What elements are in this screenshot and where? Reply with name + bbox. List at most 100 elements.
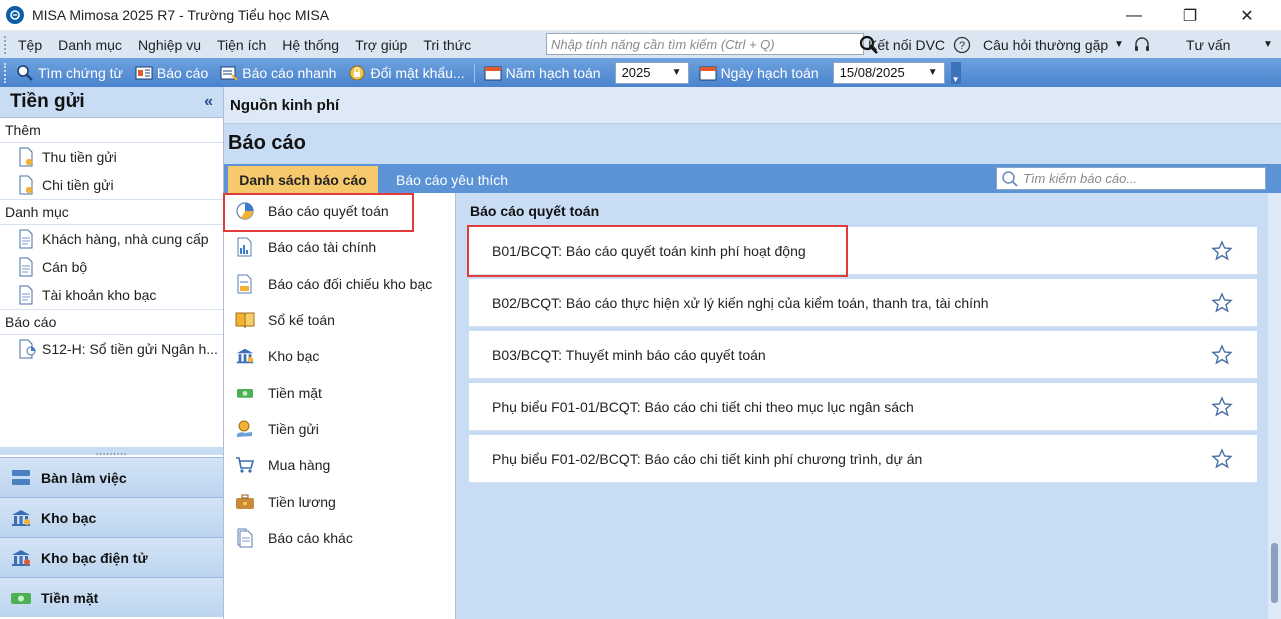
chevron-down-icon: ▼ <box>927 67 938 78</box>
star-icon[interactable] <box>1211 396 1233 418</box>
sidebar-item-label: Thu tiền gửi <box>42 149 117 165</box>
minimize-button[interactable]: — <box>1107 0 1161 31</box>
headset-icon[interactable] <box>1133 31 1151 58</box>
nav-kho-bac-dien-tu[interactable]: Kho bạc điện tử <box>0 537 223 577</box>
toolbar: Tìm chứng từ Báo cáo Báo cáo nhanh Đổi m… <box>0 58 1281 87</box>
tab-report-list[interactable]: Danh sách báo cáo <box>228 166 378 193</box>
faq-caret-icon[interactable]: ▼ <box>1114 31 1124 58</box>
report-label: B02/BCQT: Báo cáo thực hiện xử lý kiến n… <box>492 294 989 311</box>
search-icon <box>997 170 1023 188</box>
tab-favorite-reports[interactable]: Báo cáo yêu thích <box>396 166 508 193</box>
report-row-b01[interactable]: B01/BCQT: Báo cáo quyết toán kinh phí ho… <box>469 227 1257 275</box>
report-row-f01-01[interactable]: Phụ biểu F01-01/BCQT: Báo cáo chi tiết c… <box>469 383 1257 431</box>
consult-menu[interactable]: Tư vấn <box>1186 31 1230 58</box>
collapse-icon[interactable]: « <box>204 93 213 111</box>
group-reports: Báo cáo <box>0 309 223 335</box>
star-icon[interactable] <box>1211 448 1233 470</box>
sidebar-item-chi-tien-gui[interactable]: Chi tiền gửi <box>0 171 223 199</box>
category-kho-bac[interactable]: Kho bạc <box>224 338 455 374</box>
star-icon[interactable] <box>1211 292 1233 314</box>
category-bao-cao-khac[interactable]: Báo cáo khác <box>224 520 455 556</box>
page-title: Báo cáo <box>228 132 306 154</box>
left-panel: Tiền gửi « Thêm Thu tiền gửi Chi tiền gử… <box>0 87 224 619</box>
group-add: Thêm <box>0 118 223 143</box>
report-button[interactable]: Báo cáo <box>129 60 214 86</box>
change-password-label: Đổi mật khẩu... <box>370 64 465 81</box>
menu-utilities[interactable]: Tiện ích <box>209 37 274 53</box>
search-documents-button[interactable]: Tìm chứng từ <box>10 60 129 86</box>
category-bao-cao-tai-chinh[interactable]: Báo cáo tài chính <box>224 229 455 265</box>
menu-operations[interactable]: Nghiệp vụ <box>130 37 209 53</box>
nav-kho-bac[interactable]: Kho bạc <box>0 497 223 537</box>
sidebar-item-s12h[interactable]: S12-H: Sổ tiền gửi Ngân h... <box>0 335 223 363</box>
feature-search-input[interactable] <box>551 35 841 53</box>
star-icon[interactable] <box>1211 240 1233 262</box>
nav-ban-lam-viec[interactable]: Bàn làm việc <box>0 457 223 497</box>
consult-caret-icon[interactable]: ▼ <box>1263 31 1273 58</box>
quick-report-button[interactable]: Báo cáo nhanh <box>214 60 342 86</box>
ket-noi-dvc-link[interactable]: Kết nối DVC <box>868 31 945 58</box>
toolbar-overflow-icon[interactable]: ▼ <box>950 61 961 84</box>
search-documents-label: Tìm chứng từ <box>38 64 123 81</box>
category-so-ke-toan[interactable]: Sổ kế toán <box>224 302 455 338</box>
sidebar-item-label: S12-H: Sổ tiền gửi Ngân h... <box>42 341 218 357</box>
vertical-scrollbar[interactable] <box>1268 193 1281 619</box>
report-row-b03[interactable]: B03/BCQT: Thuyết minh báo cáo quyết toán <box>469 331 1257 379</box>
posting-date-value: 15/08/2025 <box>839 65 905 80</box>
category-label: Báo cáo đối chiếu kho bạc <box>268 275 433 292</box>
nav-label: Tiền mặt <box>41 589 99 606</box>
document-icon <box>18 257 36 277</box>
report-row-b02[interactable]: B02/BCQT: Báo cáo thực hiện xử lý kiến n… <box>469 279 1257 327</box>
funding-source-header: Nguồn kinh phí <box>224 87 1281 124</box>
posting-date-picker[interactable]: 15/08/2025 ▼ <box>832 61 945 84</box>
report-row-f01-02[interactable]: Phụ biểu F01-02/BCQT: Báo cáo chi tiết k… <box>469 435 1257 483</box>
fiscal-year-label: Năm hạch toán <box>505 64 601 81</box>
sidebar-item-thu-tien-gui[interactable]: Thu tiền gửi <box>0 143 223 171</box>
help-circle-icon[interactable]: ? <box>953 31 971 58</box>
report-doc-icon <box>18 339 36 359</box>
left-panel-title: Tiền gửi <box>10 91 85 112</box>
category-label: Báo cáo tài chính <box>268 239 377 256</box>
category-tien-gui[interactable]: Tiền gửi <box>224 411 455 447</box>
report-list-panel: Báo cáo quyết toán B01/BCQT: Báo cáo quy… <box>457 193 1268 619</box>
category-doi-chieu-kho-bac[interactable]: Báo cáo đối chiếu kho bạc <box>224 266 455 302</box>
close-button[interactable]: ✕ <box>1220 0 1274 31</box>
menu-categories[interactable]: Danh mục <box>50 37 130 53</box>
category-tien-luong[interactable]: Tiền lương <box>224 483 455 519</box>
scrollbar-thumb[interactable] <box>1271 543 1278 603</box>
faq-menu[interactable]: Câu hỏi thường gặp <box>983 31 1108 58</box>
quick-report-label: Báo cáo nhanh <box>242 64 337 81</box>
left-panel-header: Tiền gửi « <box>0 87 223 118</box>
menu-file[interactable]: Tệp <box>10 37 50 53</box>
menu-system[interactable]: Hệ thống <box>274 37 347 53</box>
report-search-box <box>996 167 1266 190</box>
panel-splitter[interactable]: ,,,,,,,,, <box>0 446 223 456</box>
document-add-icon <box>18 175 36 195</box>
category-mua-hang[interactable]: Mua hàng <box>224 447 455 483</box>
report-search-input[interactable] <box>1023 169 1261 188</box>
nav-tien-mat[interactable]: Tiền mặt <box>0 577 223 617</box>
report-tabs: Danh sách báo cáo Báo cáo yêu thích <box>224 164 1281 193</box>
category-bao-cao-quyet-toan[interactable]: Báo cáo quyết toán <box>224 193 455 230</box>
category-label: Tiền mặt <box>268 384 322 401</box>
category-label: Sổ kế toán <box>268 312 335 329</box>
sidebar-item-can-bo[interactable]: Cán bộ <box>0 253 223 281</box>
document-icon <box>18 285 36 305</box>
menu-help[interactable]: Trợ giúp <box>347 37 415 53</box>
bank-icon <box>10 508 32 528</box>
document-icon <box>18 229 36 249</box>
category-tien-mat[interactable]: Tiền mặt <box>224 374 455 410</box>
menu-knowledge[interactable]: Tri thức <box>415 37 479 53</box>
star-icon[interactable] <box>1211 344 1233 366</box>
fiscal-year-select[interactable]: 2025 ▼ <box>614 61 689 84</box>
sidebar-item-tai-khoan-kho-bac[interactable]: Tài khoản kho bạc <box>0 281 223 309</box>
sidebar-item-khach-hang[interactable]: Khách hàng, nhà cung cấp <box>0 225 223 253</box>
category-label: Kho bạc <box>268 348 320 365</box>
maximize-button[interactable]: ❐ <box>1163 0 1217 31</box>
category-label: Tiền gửi <box>268 420 319 437</box>
document-add-icon <box>18 147 36 167</box>
report-category-list: Báo cáo quyết toán Báo cáo tài chính Báo… <box>224 193 456 619</box>
report-label: B03/BCQT: Thuyết minh báo cáo quyết toán <box>492 346 766 363</box>
sidebar-item-label: Tài khoản kho bạc <box>42 287 157 303</box>
change-password-button[interactable]: Đổi mật khẩu... <box>342 60 470 86</box>
